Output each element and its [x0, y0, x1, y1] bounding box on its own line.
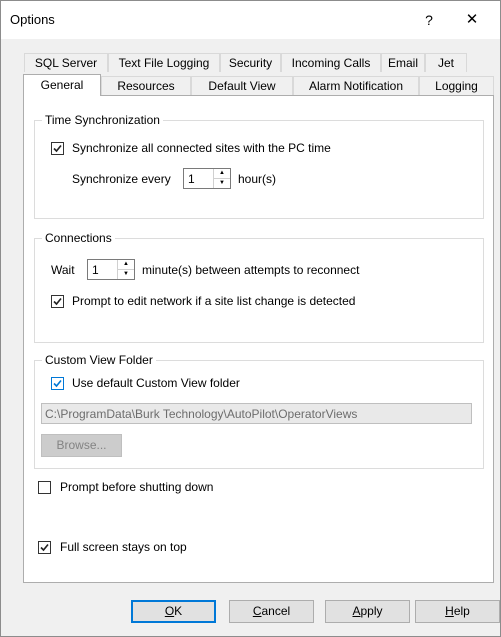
- tab-sql-server[interactable]: SQL Server: [24, 53, 108, 72]
- wait-unit: minute(s) between attempts to reconnect: [142, 263, 360, 277]
- wait-spinner[interactable]: 1 ▲ ▼: [87, 259, 135, 280]
- tab-email[interactable]: Email: [381, 53, 425, 72]
- title-bar: Options ? ✕: [1, 1, 500, 39]
- sync-all-checkbox[interactable]: [51, 142, 64, 155]
- sync-every-spinner[interactable]: 1 ▲ ▼: [183, 168, 231, 189]
- checkmark-icon: [53, 379, 62, 388]
- options-dialog: Options ? ✕ SQL Server Text File Logging…: [0, 0, 501, 637]
- custom-view-path-field: C:\ProgramData\Burk Technology\AutoPilot…: [41, 403, 472, 424]
- connections-group: Connections: [34, 231, 484, 343]
- prompt-edit-checkbox[interactable]: [51, 295, 64, 308]
- custom-view-legend: Custom View Folder: [45, 353, 153, 367]
- close-icon[interactable]: ✕: [456, 6, 488, 34]
- wait-label: Wait: [51, 263, 75, 277]
- help-button[interactable]: Help: [415, 600, 500, 623]
- spin-down-icon[interactable]: ▼: [118, 270, 134, 279]
- prompt-shutdown-label: Prompt before shutting down: [60, 480, 214, 494]
- dialog-title: Options: [10, 12, 55, 27]
- sync-every-label: Synchronize every: [72, 172, 171, 186]
- prompt-shutdown-checkbox[interactable]: [38, 481, 51, 494]
- prompt-edit-label: Prompt to edit network if a site list ch…: [72, 294, 356, 308]
- tab-jet[interactable]: Jet: [425, 53, 467, 72]
- tab-default-view[interactable]: Default View: [191, 76, 293, 95]
- use-default-label: Use default Custom View folder: [72, 376, 240, 390]
- help-icon[interactable]: ?: [415, 6, 443, 34]
- tab-security[interactable]: Security: [220, 53, 281, 72]
- spin-up-icon[interactable]: ▲: [118, 260, 134, 270]
- fullscreen-top-checkbox[interactable]: [38, 541, 51, 554]
- sync-every-value: 1: [188, 172, 195, 186]
- checkmark-icon: [40, 543, 49, 552]
- wait-value: 1: [92, 263, 99, 277]
- sync-every-unit: hour(s): [238, 172, 277, 186]
- tab-general[interactable]: General: [23, 74, 101, 96]
- tab-text-file-logging[interactable]: Text File Logging: [108, 53, 220, 72]
- ok-button[interactable]: OK: [131, 600, 216, 623]
- fullscreen-top-label: Full screen stays on top: [60, 540, 187, 554]
- cancel-button[interactable]: Cancel: [229, 600, 314, 623]
- browse-button: Browse...: [41, 434, 122, 457]
- tab-resources[interactable]: Resources: [101, 76, 191, 95]
- checkmark-icon: [53, 144, 62, 153]
- connections-legend: Connections: [45, 231, 112, 245]
- spin-down-icon[interactable]: ▼: [214, 179, 230, 188]
- time-sync-group: Time Synchronization: [34, 113, 484, 219]
- time-sync-legend: Time Synchronization: [45, 113, 160, 127]
- tab-incoming-calls[interactable]: Incoming Calls: [281, 53, 381, 72]
- spin-up-icon[interactable]: ▲: [214, 169, 230, 179]
- apply-button[interactable]: Apply: [325, 600, 410, 623]
- checkmark-icon: [53, 297, 62, 306]
- tab-logging[interactable]: Logging: [419, 76, 494, 95]
- use-default-checkbox[interactable]: [51, 377, 64, 390]
- tab-alarm-notification[interactable]: Alarm Notification: [293, 76, 419, 95]
- sync-all-label: Synchronize all connected sites with the…: [72, 141, 331, 155]
